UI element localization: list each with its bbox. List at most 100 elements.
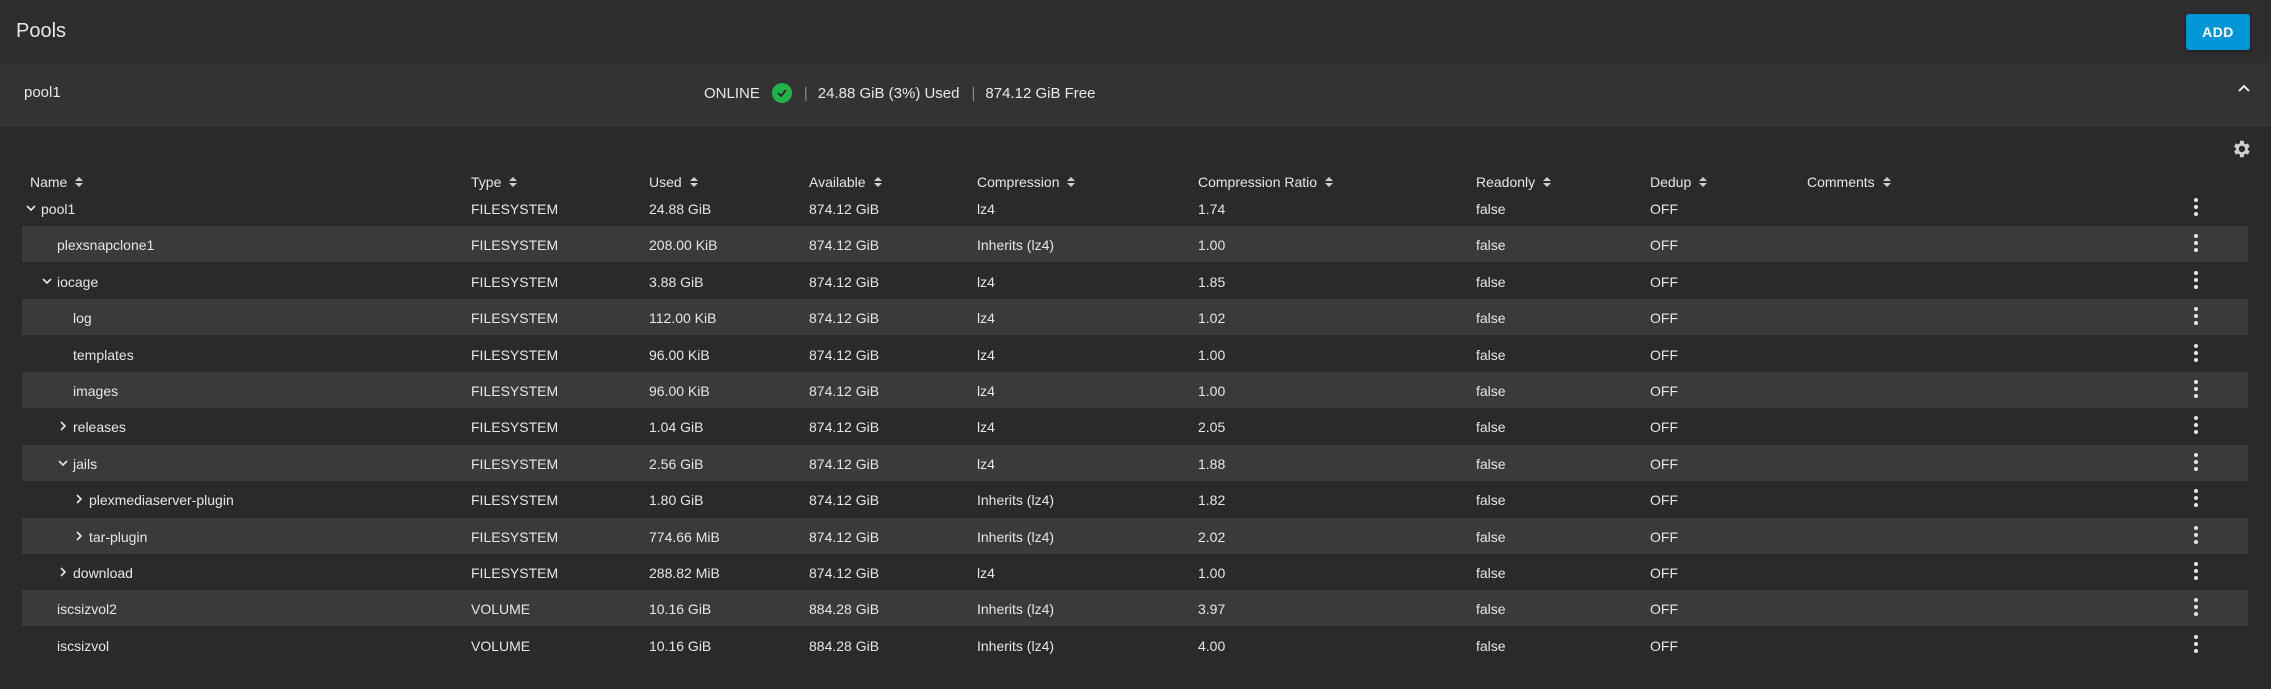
table-row[interactable]: download FILESYSTEM 288.82 MiB 874.12 GiB lz… <box>22 554 2248 590</box>
gear-icon[interactable] <box>2230 138 2252 160</box>
chevron-up-icon[interactable] <box>2236 80 2252 96</box>
chevron-down-icon[interactable] <box>41 275 53 287</box>
cell-used: 774.66 MiB <box>649 528 720 545</box>
more-vert-icon[interactable] <box>2190 305 2202 327</box>
cell-dedup: OFF <box>1650 419 1678 436</box>
more-vert-icon[interactable] <box>2190 487 2202 509</box>
sort-icon[interactable] <box>1542 176 1552 188</box>
table-row[interactable]: tar-plugin FILESYSTEM 774.66 MiB 874.12 GiB… <box>22 517 2248 554</box>
cell-name: images <box>73 383 119 399</box>
cell-used: 208.00 KiB <box>649 237 718 254</box>
table-row[interactable]: log FILESYSTEM 112.00 KiB 874.12 GiB lz4 1.02… <box>22 299 2248 336</box>
cell-ratio: 1.00 <box>1198 565 1226 581</box>
cell-available: 874.12 GiB <box>809 346 880 363</box>
cell-used: 1.04 GiB <box>649 419 704 436</box>
sort-icon[interactable] <box>1698 176 1708 188</box>
table-row[interactable]: iscsizvol2 VOLUME 10.16 GiB 884.28 GiB Inher… <box>22 590 2248 627</box>
cell-ratio: 2.02 <box>1198 528 1226 545</box>
column-header-label: Compression Ratio <box>1198 174 1318 190</box>
cell-dedup: OFF <box>1650 601 1678 618</box>
sort-icon[interactable] <box>1882 176 1892 188</box>
cell-name: iscsizvol2 <box>57 601 117 618</box>
cell-ratio: 1.00 <box>1198 383 1226 399</box>
more-vert-icon[interactable] <box>2190 269 2202 291</box>
cell-used: 96.00 KiB <box>649 346 710 363</box>
cell-used: 3.88 GiB <box>649 273 704 290</box>
cell-type: FILESYSTEM <box>471 383 559 399</box>
column-header-available[interactable]: Available <box>809 174 883 190</box>
column-header-label: Available <box>809 174 866 190</box>
cell-compression: lz4 <box>977 346 995 363</box>
pool-summary-bar[interactable]: pool1 ONLINE | 24.88 GiB (3%) Used | 874… <box>0 63 2271 127</box>
cell-dedup: OFF <box>1650 565 1678 581</box>
cell-available: 884.28 GiB <box>809 637 880 654</box>
cell-used: 2.56 GiB <box>649 455 704 472</box>
cell-available: 874.12 GiB <box>809 201 880 217</box>
sort-icon[interactable] <box>74 176 84 188</box>
cell-ratio: 1.02 <box>1198 310 1226 327</box>
chevron-right-icon[interactable] <box>73 530 85 542</box>
chevron-down-icon[interactable] <box>57 457 69 469</box>
column-header-dedup[interactable]: Dedup <box>1650 174 1708 190</box>
table-row[interactable]: pool1 FILESYSTEM 24.88 GiB 874.12 GiB lz4 1.7… <box>22 190 2248 226</box>
more-vert-icon[interactable] <box>2190 451 2202 473</box>
more-vert-icon[interactable] <box>2190 524 2202 546</box>
more-vert-icon[interactable] <box>2190 232 2202 254</box>
chevron-right-icon[interactable] <box>57 420 69 432</box>
cell-type: VOLUME <box>471 637 531 654</box>
cell-name: jails <box>73 455 98 472</box>
cell-available: 874.12 GiB <box>809 492 880 509</box>
column-header-name[interactable]: Name <box>30 174 84 190</box>
column-header-label: Compression <box>977 174 1060 190</box>
sort-icon[interactable] <box>873 176 883 188</box>
cell-dedup: OFF <box>1650 637 1678 654</box>
cell-dedup: OFF <box>1650 310 1678 327</box>
chevron-right-icon[interactable] <box>57 566 69 578</box>
cell-dedup: OFF <box>1650 273 1678 290</box>
cell-available: 874.12 GiB <box>809 455 880 472</box>
cell-dedup: OFF <box>1650 492 1678 509</box>
column-header-type[interactable]: Type <box>471 174 518 190</box>
cell-type: FILESYSTEM <box>471 201 559 217</box>
pool-free: 874.12 GiB Free <box>985 84 1096 102</box>
cell-ratio: 1.85 <box>1198 273 1226 290</box>
cell-ratio: 1.74 <box>1198 201 1226 217</box>
table-row[interactable]: templates FILESYSTEM 96.00 KiB 874.12 GiB lz… <box>22 336 2248 372</box>
cell-readonly: false <box>1476 455 1506 472</box>
column-header-used[interactable]: Used <box>649 174 699 190</box>
more-vert-icon[interactable] <box>2190 196 2202 218</box>
cell-name: tar-plugin <box>89 528 148 545</box>
table-row[interactable]: images FILESYSTEM 96.00 KiB 874.12 GiB lz4 1.… <box>22 372 2248 408</box>
pool-used: 24.88 GiB (3%) Used <box>817 84 960 102</box>
more-vert-icon[interactable] <box>2190 378 2202 400</box>
more-vert-icon[interactable] <box>2190 633 2202 655</box>
sort-icon[interactable] <box>1066 176 1076 188</box>
sort-icon[interactable] <box>508 176 518 188</box>
cell-type: FILESYSTEM <box>471 273 559 290</box>
column-header-readonly[interactable]: Readonly <box>1476 174 1552 190</box>
separator: | <box>971 84 976 102</box>
table-row[interactable]: plexsnapclone1 FILESYSTEM 208.00 KiB 874.12… <box>22 226 2248 263</box>
chevron-down-icon[interactable] <box>25 202 37 214</box>
chevron-right-icon[interactable] <box>73 493 85 505</box>
add-pool-button[interactable]: ADD <box>2186 14 2250 50</box>
cell-name: plexsnapclone1 <box>57 237 155 254</box>
sort-icon[interactable] <box>1324 176 1334 188</box>
table-row[interactable]: plexmediaserver-plugin FILESYSTEM 1.80 GiB… <box>22 481 2248 517</box>
more-vert-icon[interactable] <box>2190 560 2202 582</box>
column-header-ratio[interactable]: Compression Ratio <box>1198 174 1334 190</box>
table-row[interactable]: iocage FILESYSTEM 3.88 GiB 874.12 GiB lz4 1.8… <box>22 263 2248 299</box>
cell-readonly: false <box>1476 346 1506 363</box>
cell-type: FILESYSTEM <box>471 346 559 363</box>
cell-name: iocage <box>57 273 99 290</box>
table-row[interactable]: jails FILESYSTEM 2.56 GiB 874.12 GiB lz4 1.88… <box>22 444 2248 481</box>
table-row[interactable]: iscsizvol VOLUME 10.16 GiB 884.28 GiB Inheri… <box>22 627 2248 663</box>
cell-type: FILESYSTEM <box>471 310 559 327</box>
column-header-comments[interactable]: Comments <box>1807 174 1892 190</box>
column-header-compression[interactable]: Compression <box>977 174 1076 190</box>
more-vert-icon[interactable] <box>2190 414 2202 436</box>
sort-icon[interactable] <box>689 176 699 188</box>
table-row[interactable]: releases FILESYSTEM 1.04 GiB 874.12 GiB lz4 2… <box>22 408 2248 444</box>
more-vert-icon[interactable] <box>2190 596 2202 618</box>
more-vert-icon[interactable] <box>2190 342 2202 364</box>
